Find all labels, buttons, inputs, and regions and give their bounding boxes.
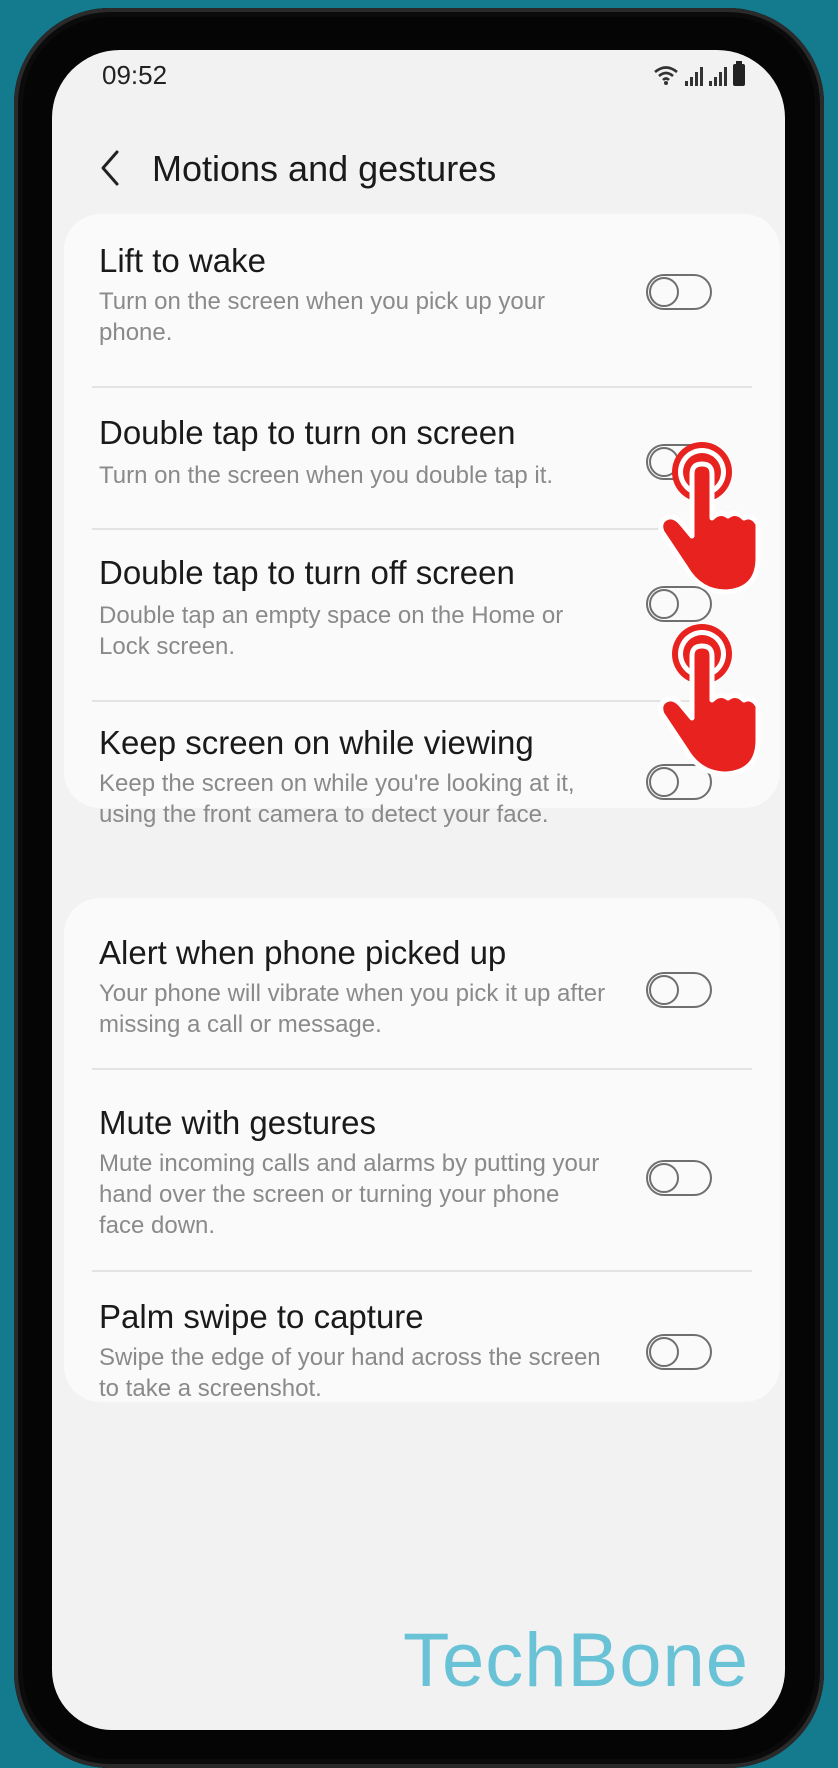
setting-title: Lift to wake bbox=[99, 242, 266, 279]
setting-description: Turn on the screen when you pick up your… bbox=[99, 288, 546, 346]
setting-title: Mute with gestures bbox=[99, 1104, 376, 1141]
palm-swipe-toggle[interactable] bbox=[646, 1334, 712, 1370]
double-tap-hand-icon bbox=[658, 442, 761, 595]
phone-frame: 09:52 Motions and gestures Lift to wake … bbox=[14, 8, 824, 1768]
status-bar: 09:52 bbox=[52, 50, 785, 110]
setting-row-lift-to-wake[interactable]: Lift to wake Turn on the screen when you… bbox=[64, 214, 780, 386]
mute-gestures-toggle[interactable] bbox=[646, 1160, 712, 1196]
battery-icon bbox=[733, 61, 745, 86]
setting-description: Swipe the edge of your hand across the s… bbox=[99, 1344, 601, 1402]
toggle-knob bbox=[649, 1163, 679, 1193]
back-arrow-icon[interactable] bbox=[92, 148, 128, 188]
setting-description: Turn on the screen when you double tap i… bbox=[99, 462, 554, 489]
setting-title: Double tap to turn off screen bbox=[99, 554, 515, 591]
setting-row-mute-gestures[interactable]: Mute with gestures Mute incoming calls a… bbox=[64, 1070, 780, 1240]
lift-to-wake-toggle[interactable] bbox=[646, 274, 712, 310]
toggle-knob bbox=[649, 277, 679, 307]
signal-icon bbox=[685, 66, 703, 86]
signal-icon-2 bbox=[709, 66, 727, 86]
setting-description: Mute incoming calls and alarms by puttin… bbox=[99, 1150, 600, 1239]
setting-row-palm-swipe[interactable]: Palm swipe to capture Swipe the edge of … bbox=[64, 1272, 780, 1402]
setting-title: Keep screen on while viewing bbox=[99, 724, 534, 761]
settings-group-2: Alert when phone picked up Your phone wi… bbox=[64, 898, 780, 1402]
setting-title: Palm swipe to capture bbox=[99, 1298, 424, 1335]
status-icons bbox=[653, 61, 745, 86]
setting-description: Double tap an empty space on the Home or… bbox=[99, 602, 564, 660]
double-tap-hand-icon-2 bbox=[658, 624, 761, 777]
toggle-knob bbox=[649, 1337, 679, 1367]
status-time: 09:52 bbox=[102, 60, 168, 90]
toggle-knob bbox=[649, 975, 679, 1005]
techbone-watermark: TechBone bbox=[402, 1618, 749, 1703]
setting-description: Your phone will vibrate when you pick it… bbox=[99, 980, 606, 1038]
setting-row-alert-picked-up[interactable]: Alert when phone picked up Your phone wi… bbox=[64, 898, 780, 1068]
setting-title: Double tap to turn on screen bbox=[99, 414, 516, 451]
setting-title: Alert when phone picked up bbox=[99, 934, 507, 971]
setting-description: Keep the screen on while you're looking … bbox=[99, 770, 575, 828]
alert-picked-up-toggle[interactable] bbox=[646, 972, 712, 1008]
wifi-icon bbox=[654, 66, 678, 85]
app-header: Motions and gestures bbox=[52, 120, 785, 220]
phone-screen: 09:52 Motions and gestures Lift to wake … bbox=[52, 50, 785, 1730]
page-title: Motions and gestures bbox=[152, 148, 497, 189]
